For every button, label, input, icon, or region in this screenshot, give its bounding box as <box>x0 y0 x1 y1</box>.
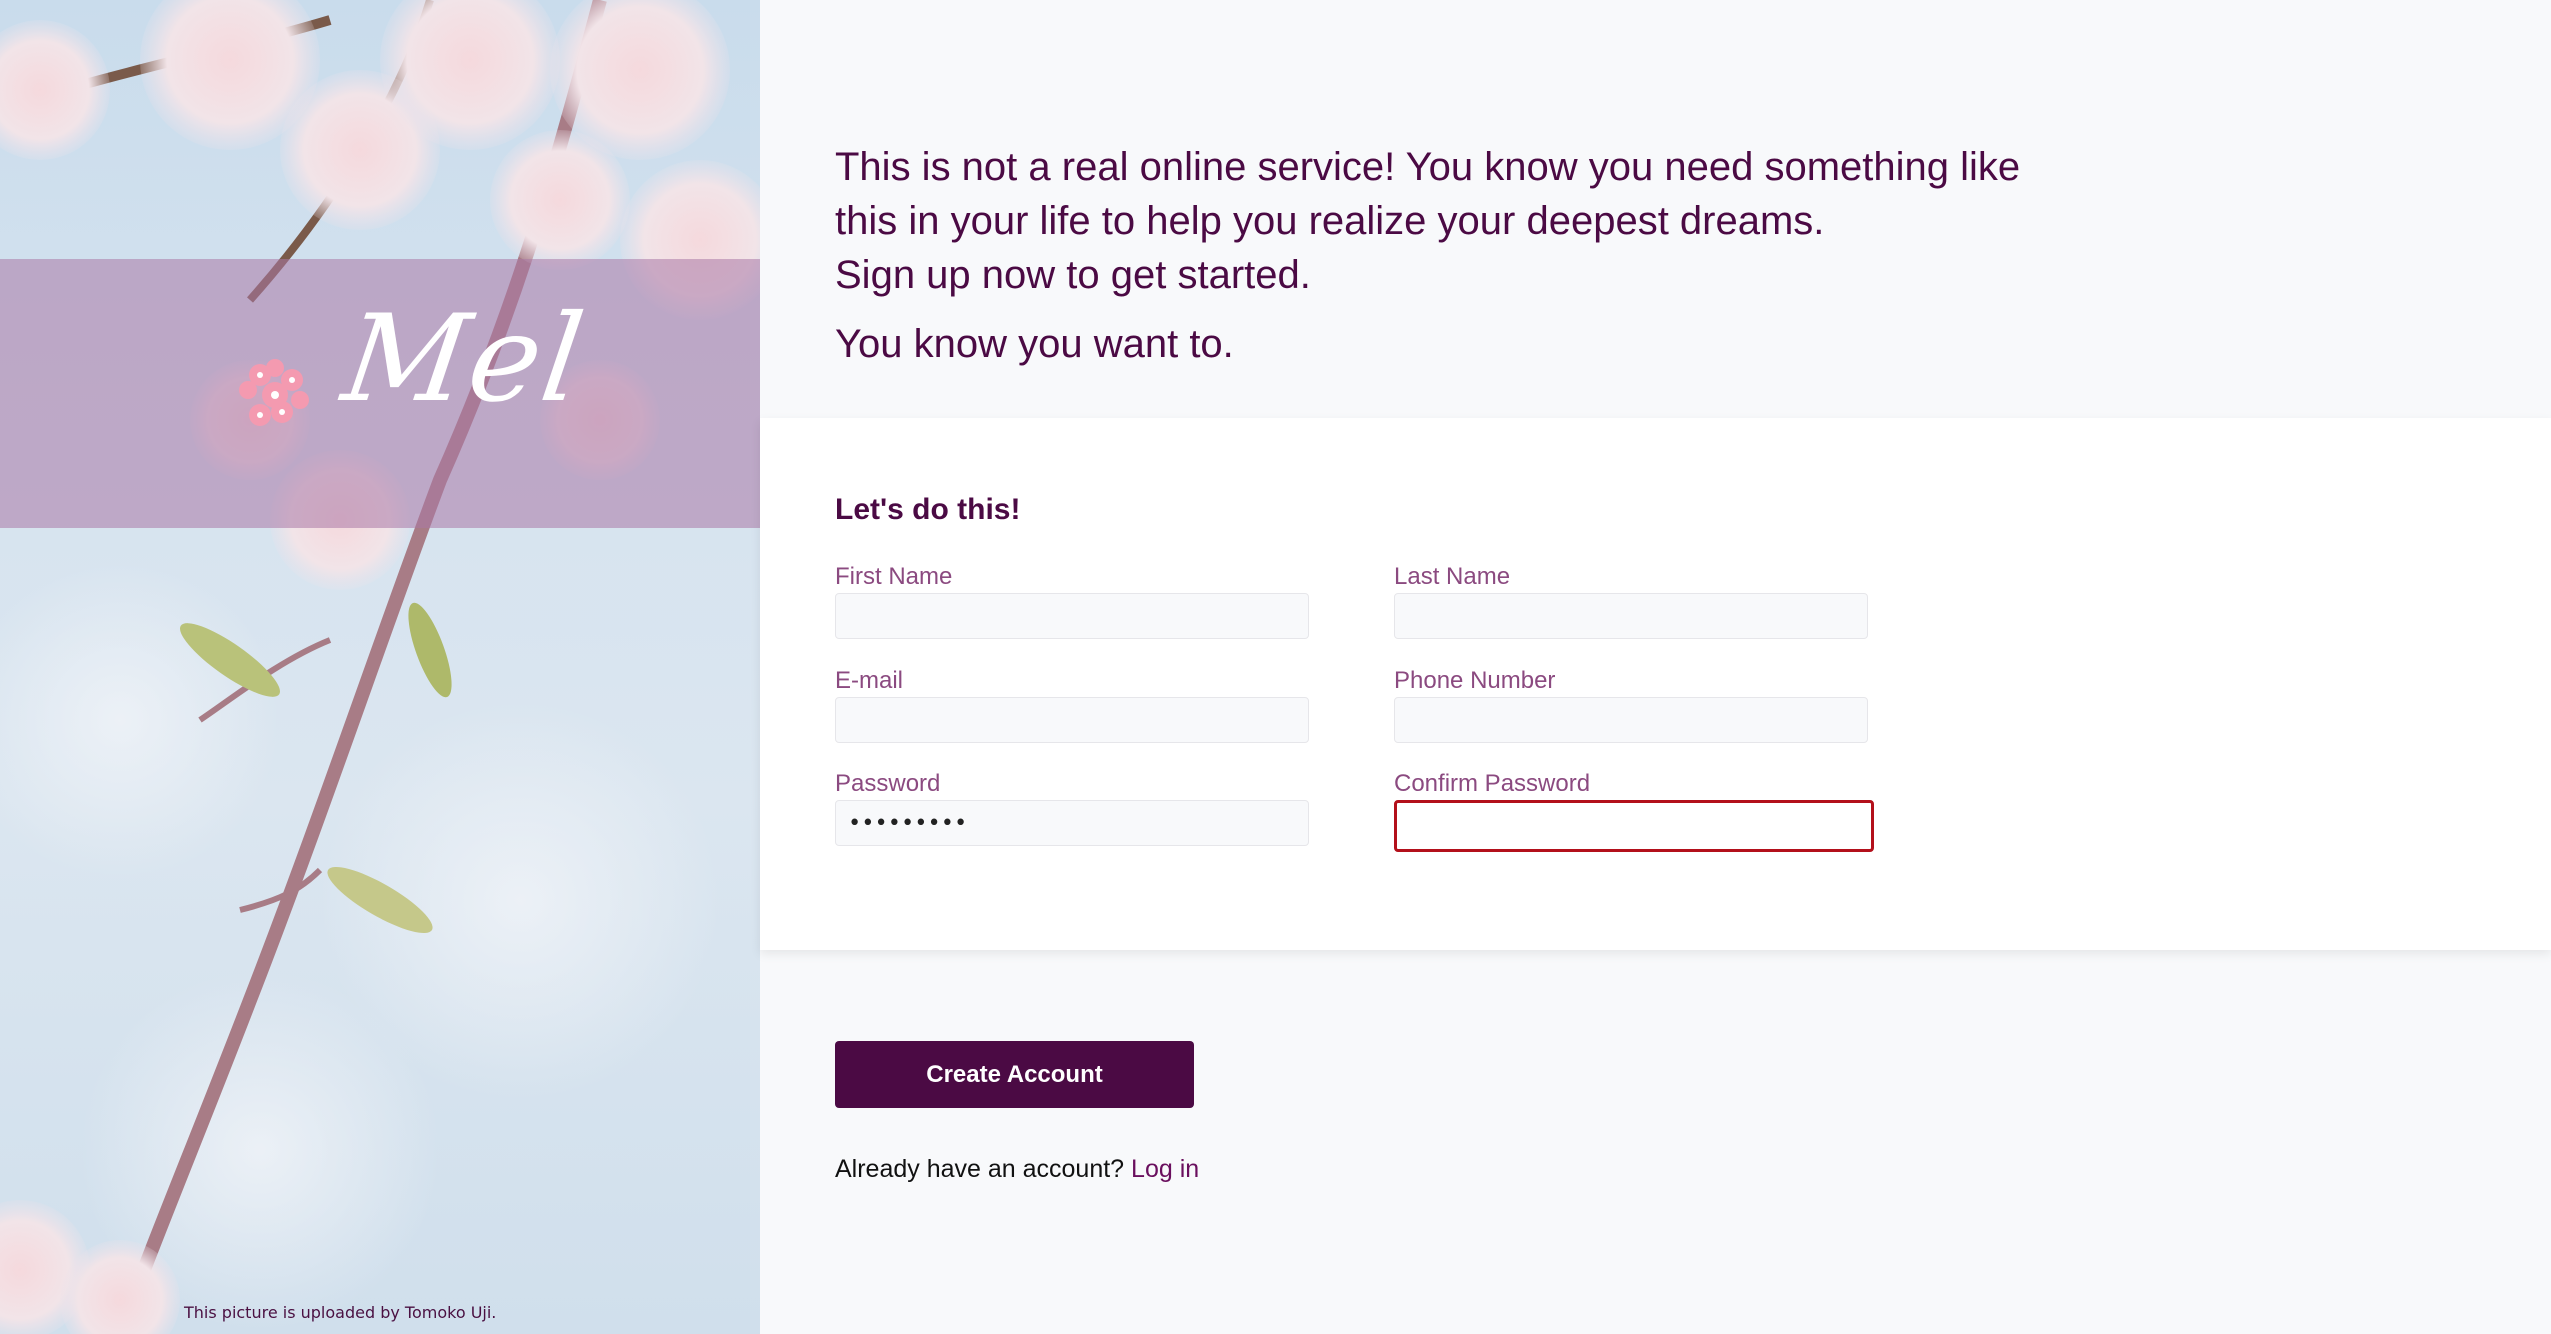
confirm-password-label: Confirm Password <box>1394 770 1591 797</box>
password-label: Password <box>835 770 941 797</box>
phone-number-label: Phone Number <box>1394 667 1556 694</box>
email-label: E-mail <box>835 667 904 694</box>
phone-number-input[interactable] <box>1394 697 1868 743</box>
cherry-blossom-icon <box>239 359 309 426</box>
last-name-label: Last Name <box>1394 563 1511 590</box>
create-account-button[interactable]: Create Account <box>835 1041 1194 1108</box>
hero-text-line-2: this in your life to help you realize yo… <box>835 199 1825 243</box>
email-input[interactable] <box>835 697 1309 743</box>
signup-page: Mel This picture is uploaded by Tomoko U… <box>0 0 2551 1334</box>
brand-logo-text: Mel <box>335 290 594 429</box>
password-input[interactable] <box>835 800 1309 846</box>
hero-text-line-4: You know you want to. <box>835 322 1234 366</box>
hero-text-line-1: This is not a real online service! You k… <box>835 145 2021 189</box>
login-link[interactable]: Log in <box>1131 1155 1199 1183</box>
form-heading: Let's do this! <box>835 493 1021 526</box>
photo-credit: This picture is uploaded by Tomoko Uji. <box>184 1303 497 1322</box>
cherry-blossom-photo <box>0 0 760 1334</box>
hero-text-line-3: Sign up now to get started. <box>835 253 1311 297</box>
login-prompt: Already have an account? Log in <box>835 1155 1199 1184</box>
last-name-input[interactable] <box>1394 593 1868 639</box>
signup-form-card <box>760 418 2551 950</box>
confirm-password-input[interactable] <box>1394 800 1874 852</box>
login-prompt-text: Already have an account? <box>835 1155 1125 1183</box>
background-photo-panel: Mel This picture is uploaded by Tomoko U… <box>0 0 760 1334</box>
first-name-input[interactable] <box>835 593 1309 639</box>
first-name-label: First Name <box>835 563 953 590</box>
